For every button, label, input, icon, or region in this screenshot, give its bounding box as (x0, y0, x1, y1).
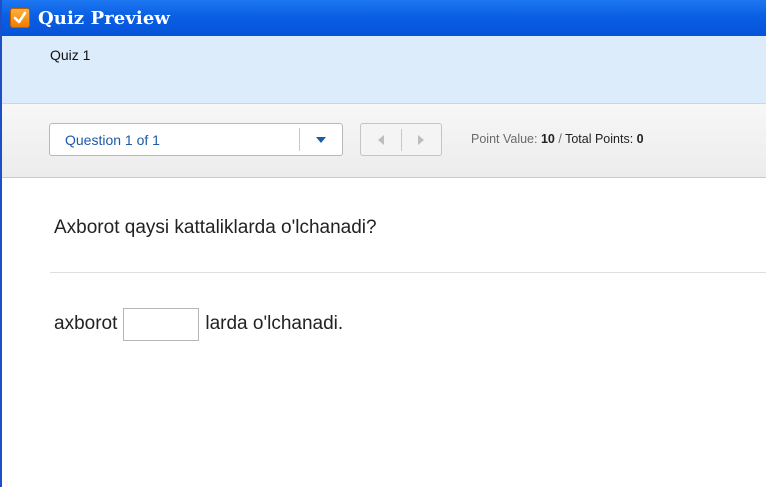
total-points: 0 (636, 132, 644, 146)
previous-question-button[interactable] (361, 124, 401, 155)
question-navigation (360, 123, 442, 156)
question-selector-label: Question 1 of 1 (65, 131, 160, 148)
question-text: Axborot qaysi kattaliklarda o'lchanadi? (54, 217, 377, 238)
answer-prefix: axborot (54, 313, 118, 334)
next-question-button[interactable] (402, 124, 442, 155)
chevron-down-icon[interactable] (300, 124, 342, 155)
quiz-preview-window: Quiz Preview Quiz 1 Question 1 of 1 Poin… (0, 0, 766, 487)
quiz-name: Quiz 1 (50, 47, 91, 63)
title-bar: Quiz Preview (2, 0, 766, 36)
fill-in-blank-answer: axborot larda o'lchanadi. (54, 306, 343, 342)
answer-suffix: larda o'lchanadi. (205, 313, 344, 334)
points-info: Point Value: 10 / Total Points: 0 (471, 132, 644, 146)
arrow-left-icon (377, 134, 384, 145)
points-separator: / (558, 132, 562, 146)
arrow-right-icon (418, 134, 425, 145)
blank-answer-input[interactable] (123, 307, 200, 341)
total-points-label: Total Points: (565, 132, 634, 146)
question-toolbar: Question 1 of 1 Point Value: 10 / Total … (2, 104, 766, 178)
quiz-header: Quiz 1 (2, 36, 766, 104)
checkbox-logo-icon (10, 8, 30, 28)
question-selector-dropdown[interactable]: Question 1 of 1 (49, 123, 343, 156)
point-value-label: Point Value: (471, 132, 538, 146)
window-title: Quiz Preview (38, 7, 171, 29)
point-value: 10 (540, 132, 555, 146)
divider (50, 272, 766, 273)
